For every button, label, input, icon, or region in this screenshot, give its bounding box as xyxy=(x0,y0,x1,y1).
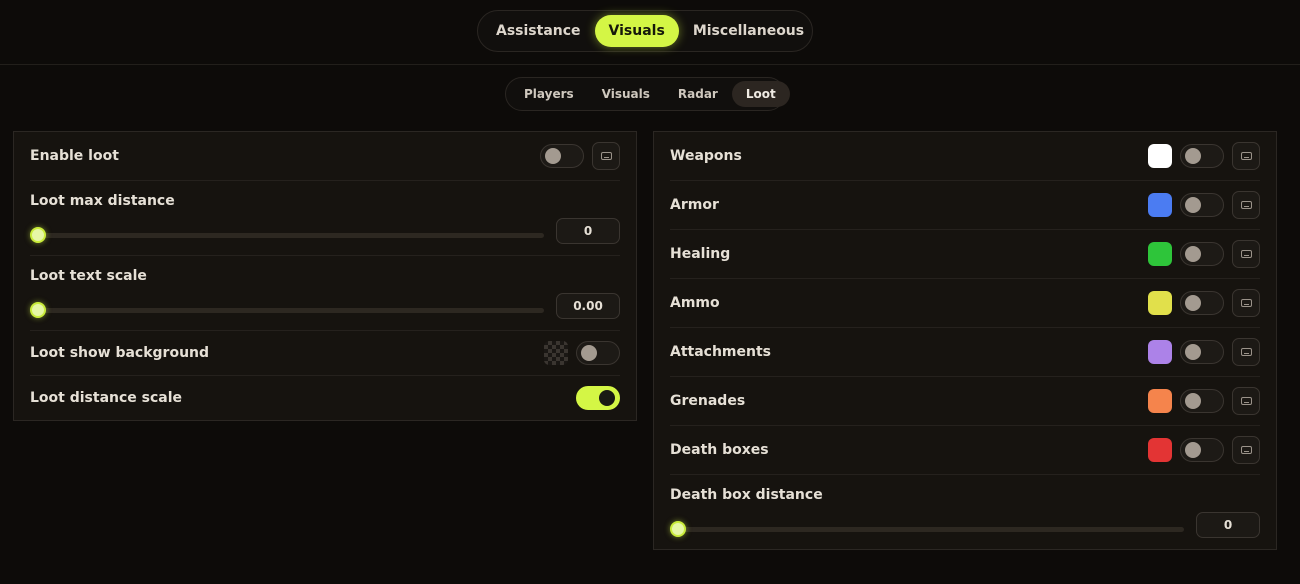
subtab-players[interactable]: Players xyxy=(510,81,588,107)
toggle-knob xyxy=(1185,295,1201,311)
toggle-knob xyxy=(1185,197,1201,213)
loot-category-toggle[interactable] xyxy=(1180,389,1224,413)
death-box-distance-label: Death box distance xyxy=(670,487,823,503)
enable-loot-keybind-button[interactable] xyxy=(592,142,620,170)
slider-thumb[interactable] xyxy=(30,302,46,318)
tab-visuals[interactable]: Visuals xyxy=(594,15,679,47)
loot-show-background-row: Loot show background xyxy=(30,331,620,376)
top-tab-bar: Assistance Visuals Miscellaneous xyxy=(477,10,813,52)
enable-loot-row: Enable loot xyxy=(30,132,620,181)
sub-tab-bar: Players Visuals Radar Loot xyxy=(505,77,790,111)
loot-category-label: Weapons xyxy=(670,148,742,164)
death-box-distance-value[interactable]: 0 xyxy=(1196,512,1260,538)
loot-category-keybind-button[interactable] xyxy=(1232,289,1260,317)
loot-category-color-swatch[interactable] xyxy=(1148,144,1172,168)
loot-settings-panel: Enable loot Loot max distance 0 Loot tex… xyxy=(13,131,637,421)
subtab-visuals[interactable]: Visuals xyxy=(588,81,664,107)
loot-category-label: Healing xyxy=(670,246,731,262)
keyboard-icon xyxy=(1241,201,1252,209)
keyboard-icon xyxy=(1241,348,1252,356)
loot-category-keybind-button[interactable] xyxy=(1232,142,1260,170)
loot-category-toggle[interactable] xyxy=(1180,340,1224,364)
enable-loot-label: Enable loot xyxy=(30,148,119,164)
slider-thumb[interactable] xyxy=(30,227,46,243)
loot-category-row: Death boxes xyxy=(670,426,1260,475)
loot-max-distance-slider[interactable] xyxy=(30,227,544,243)
loot-text-scale-row: Loot text scale 0.00 xyxy=(30,256,620,331)
loot-distance-scale-row: Loot distance scale xyxy=(30,376,620,421)
loot-category-label: Attachments xyxy=(670,344,772,360)
loot-category-label: Grenades xyxy=(670,393,746,409)
loot-max-distance-value[interactable]: 0 xyxy=(556,218,620,244)
loot-distance-scale-label: Loot distance scale xyxy=(30,390,183,406)
loot-category-keybind-button[interactable] xyxy=(1232,436,1260,464)
loot-category-color-swatch[interactable] xyxy=(1148,193,1172,217)
loot-max-distance-label: Loot max distance xyxy=(30,193,175,209)
toggle-knob xyxy=(1185,344,1201,360)
loot-category-color-swatch[interactable] xyxy=(1148,340,1172,364)
toggle-knob xyxy=(1185,442,1201,458)
toggle-knob xyxy=(1185,246,1201,262)
loot-category-keybind-button[interactable] xyxy=(1232,240,1260,268)
keyboard-icon xyxy=(1241,299,1252,307)
loot-category-color-swatch[interactable] xyxy=(1148,242,1172,266)
loot-category-label: Ammo xyxy=(670,295,720,311)
loot-category-toggle[interactable] xyxy=(1180,291,1224,315)
loot-show-background-toggle[interactable] xyxy=(576,341,620,365)
loot-category-label: Armor xyxy=(670,197,719,213)
loot-category-row: Healing xyxy=(670,230,1260,279)
loot-background-color-swatch[interactable] xyxy=(544,341,568,365)
loot-category-row: Attachments xyxy=(670,328,1260,377)
tab-miscellaneous[interactable]: Miscellaneous xyxy=(679,15,818,47)
loot-category-keybind-button[interactable] xyxy=(1232,387,1260,415)
death-box-distance-slider[interactable] xyxy=(670,521,1184,537)
loot-category-toggle[interactable] xyxy=(1180,242,1224,266)
loot-category-keybind-button[interactable] xyxy=(1232,338,1260,366)
toggle-knob xyxy=(1185,393,1201,409)
loot-category-color-swatch[interactable] xyxy=(1148,389,1172,413)
enable-loot-toggle[interactable] xyxy=(540,144,584,168)
tab-assistance[interactable]: Assistance xyxy=(482,15,595,47)
keyboard-icon xyxy=(1241,250,1252,258)
loot-category-toggle[interactable] xyxy=(1180,144,1224,168)
subtab-loot[interactable]: Loot xyxy=(731,81,790,107)
loot-category-row: Armor xyxy=(670,181,1260,230)
loot-category-row: Ammo xyxy=(670,279,1260,328)
toggle-knob xyxy=(1185,148,1201,164)
subtab-radar[interactable]: Radar xyxy=(664,81,732,107)
keyboard-icon xyxy=(601,152,612,160)
keyboard-icon xyxy=(1241,397,1252,405)
loot-text-scale-label: Loot text scale xyxy=(30,268,147,284)
loot-category-toggle[interactable] xyxy=(1180,193,1224,217)
loot-category-label: Death boxes xyxy=(670,442,769,458)
loot-categories-panel: Weapons Armor Healing Ammo Attachments Grenad… xyxy=(653,131,1277,550)
toggle-knob xyxy=(545,148,561,164)
loot-text-scale-slider[interactable] xyxy=(30,302,544,318)
loot-category-color-swatch[interactable] xyxy=(1148,438,1172,462)
loot-category-keybind-button[interactable] xyxy=(1232,191,1260,219)
loot-category-row: Weapons xyxy=(670,132,1260,181)
loot-show-background-label: Loot show background xyxy=(30,345,210,361)
toggle-knob xyxy=(581,345,597,361)
loot-category-row: Grenades xyxy=(670,377,1260,426)
loot-category-toggle[interactable] xyxy=(1180,438,1224,462)
keyboard-icon xyxy=(1241,152,1252,160)
loot-category-color-swatch[interactable] xyxy=(1148,291,1172,315)
loot-max-distance-row: Loot max distance 0 xyxy=(30,181,620,256)
death-box-distance-row: Death box distance 0 xyxy=(670,475,1260,550)
toggle-knob xyxy=(599,390,615,406)
header-divider xyxy=(0,64,1300,65)
slider-thumb[interactable] xyxy=(670,521,686,537)
loot-text-scale-value[interactable]: 0.00 xyxy=(556,293,620,319)
keyboard-icon xyxy=(1241,446,1252,454)
loot-distance-scale-toggle[interactable] xyxy=(576,386,620,410)
